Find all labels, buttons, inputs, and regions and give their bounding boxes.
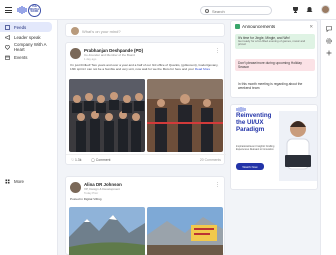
announcements-title: Announcements (242, 24, 276, 29)
sidebar-item-feeds[interactable]: Feeds (0, 22, 52, 32)
sidebar-item-label: Leader speak (14, 34, 41, 40)
post-time: Today Prior (84, 191, 99, 195)
feed-post: Alina DR Johnson VP, Design & Developmen… (65, 176, 225, 255)
read-more-link[interactable]: Read More (195, 67, 210, 71)
sidebar-item-company-with-a-heart[interactable]: Company With A Heart (0, 42, 57, 52)
add-icon[interactable] (326, 50, 332, 56)
banner-description: Inspirational Event Insights! Crafting E… (236, 145, 275, 151)
sidebar-more-label: More (14, 178, 25, 184)
sidebar-item-more[interactable]: More (0, 176, 58, 186)
settings-gear-icon[interactable] (326, 38, 332, 44)
ribbon-cutting-image (147, 79, 223, 152)
banner-headline: Reinventing the UI/UX Paradigm (236, 112, 272, 133)
right-rail (320, 20, 336, 255)
search-bar[interactable] (200, 6, 272, 15)
composer-avatar (71, 27, 79, 35)
sidebar-item-leader-speak[interactable]: Leader speak (0, 32, 57, 42)
close-icon[interactable]: ✕ (309, 24, 313, 30)
search-icon (205, 8, 209, 13)
post-options-icon[interactable]: ⋮ (215, 48, 220, 54)
announcement-text: In this month meeting is regarding about… (238, 82, 303, 90)
announcements-panel: Announcements ✕ It's time for Jingle, Mi… (230, 20, 318, 98)
megaphone-icon (5, 34, 10, 40)
post-composer[interactable]: What's on your mind? (65, 23, 225, 37)
post-photo-sign[interactable] (147, 207, 223, 255)
announcements-header: Announcements (235, 24, 275, 29)
logo-waves-icon (17, 6, 27, 14)
author-avatar[interactable] (70, 182, 81, 193)
mountain-photo-image (69, 207, 145, 255)
hamburger-menu-icon[interactable] (5, 7, 12, 13)
sidebar-item-label: Events (14, 54, 28, 60)
search-input[interactable] (212, 8, 267, 14)
like-count: 1.3k (74, 158, 82, 162)
announcement-text: Don't please/more during upcoming Holida… (238, 61, 302, 69)
post-options-icon[interactable]: ⋮ (215, 182, 220, 188)
announcement-subtext: Get ready for a fun-filled evening of ga… (238, 39, 306, 47)
top-bar: THE DIGITAL WORK (0, 0, 336, 20)
grid-icon (5, 179, 10, 183)
logo-badge: THE DIGITAL WORK (28, 3, 41, 17)
author-avatar[interactable] (70, 48, 81, 59)
sidebar-item-label: Feeds (14, 24, 27, 30)
post-time: 1 day ago (84, 57, 97, 61)
heart-icon (5, 44, 10, 50)
announcement-item[interactable]: It's time for Jingle, Mingle, and Win! G… (235, 34, 315, 49)
trophy-icon[interactable] (292, 7, 299, 13)
comment-count[interactable]: 20 Comments (200, 158, 221, 162)
left-sidebar: Feeds Leader speak Company With A Heart … (0, 20, 58, 255)
post-text: I'm just thrilled! Two years and over a … (70, 63, 220, 71)
comment-button[interactable]: ◯ Comment (91, 158, 110, 162)
banner-person-image (279, 111, 317, 181)
notification-bell-icon[interactable] (306, 7, 313, 13)
watch-now-button[interactable]: Watch Now (236, 163, 264, 170)
post-actions: ♡ 1.3k ◯ Comment 20 Comments (66, 154, 226, 164)
post-photo-ribbon[interactable] (147, 79, 223, 152)
announcement-item[interactable]: In this month meeting is regarding about… (235, 80, 315, 92)
post-photo-group[interactable] (69, 79, 145, 152)
calendar-icon (5, 55, 10, 60)
composer-placeholder: What's on your mind? (82, 28, 121, 34)
user-avatar[interactable] (321, 5, 330, 14)
like-button[interactable]: ♡ 1.3k (71, 158, 81, 162)
post-photo-mountain[interactable] (69, 207, 145, 255)
sidebar-item-label: Company With A Heart (13, 42, 47, 52)
feed-post: Prabhanjan Deshpande (PD) Co-Founder and… (65, 42, 226, 165)
mountain-sign-image (147, 207, 223, 255)
feeds-icon (5, 24, 10, 30)
post-text: Posted in Digital Villing (70, 197, 220, 201)
company-logo[interactable]: THE DIGITAL WORK (17, 3, 41, 17)
group-photo-image (69, 79, 145, 152)
comment-label: Comment (95, 158, 111, 162)
post-body: Posted in Digital Villing (70, 197, 102, 201)
sidebar-item-events[interactable]: Events (0, 52, 57, 62)
promo-banner[interactable]: Reinventing the UI/UX Paradigm Inspirati… (230, 104, 318, 190)
chat-icon[interactable] (326, 26, 332, 32)
announcement-icon (235, 24, 240, 29)
announcement-item[interactable]: Don't please/more during upcoming Holida… (235, 59, 315, 71)
